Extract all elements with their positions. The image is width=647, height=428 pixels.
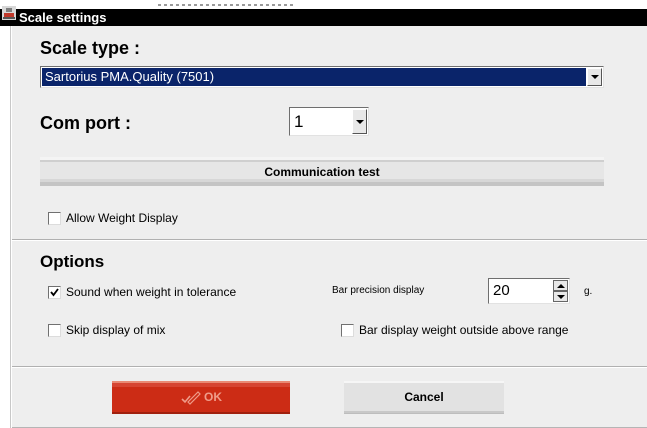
allow-weight-display-label: Allow Weight Display <box>66 211 178 225</box>
com-port-dropdown-button[interactable] <box>352 109 367 134</box>
scale-app-icon <box>2 6 16 20</box>
scale-type-select[interactable]: Sartorius PMA.Quality (7501) <box>40 66 604 88</box>
chevron-down-icon <box>590 75 599 79</box>
sound-tolerance-checkbox[interactable] <box>48 286 61 299</box>
options-heading: Options <box>40 252 105 271</box>
allow-weight-display-checkbox[interactable] <box>48 212 61 225</box>
ok-label: OK <box>204 389 222 404</box>
scale-type-label: Scale type : <box>40 38 141 58</box>
title-bar-texture <box>158 4 293 6</box>
pencil-check-icon <box>181 390 201 405</box>
chevron-up-icon <box>556 283 565 288</box>
com-port-label: Com port : <box>40 113 131 133</box>
window-title: Scale settings <box>19 10 107 25</box>
ok-button[interactable]: OK <box>112 381 290 414</box>
sound-tolerance-label: Sound when weight in tolerance <box>66 285 237 299</box>
spinner-up-button[interactable] <box>553 280 568 291</box>
window-left-frame <box>0 26 11 428</box>
chevron-down-icon <box>556 294 565 299</box>
chevron-down-icon <box>355 119 364 124</box>
communication-test-button[interactable]: Communication test <box>40 157 604 186</box>
spinner-down-button[interactable] <box>553 291 568 302</box>
bar-outside-range-checkbox[interactable] <box>341 324 354 337</box>
scale-type-dropdown-button[interactable] <box>587 68 602 86</box>
bar-precision-value: 20 <box>493 282 510 299</box>
communication-test-label: Communication test <box>264 164 380 179</box>
cancel-label: Cancel <box>404 390 444 404</box>
com-port-select[interactable]: 1 <box>289 107 369 136</box>
bar-precision-unit: g. <box>584 286 593 297</box>
skip-display-mix-checkbox[interactable] <box>48 324 61 337</box>
scale-type-value: Sartorius PMA.Quality (7501) <box>42 68 586 86</box>
bar-precision-label: Bar precision display <box>332 285 425 296</box>
bar-precision-spinner[interactable]: 20 <box>488 278 570 304</box>
skip-display-mix-label: Skip display of mix <box>66 323 166 337</box>
footer-divider-highlight <box>12 367 647 368</box>
section-divider-highlight <box>12 240 647 241</box>
cancel-button[interactable]: Cancel <box>344 381 504 414</box>
com-port-value: 1 <box>294 112 304 131</box>
checkmark-icon <box>50 288 59 297</box>
bar-outside-range-label: Bar display weight outside above range <box>359 323 569 337</box>
title-bar: Scale settings <box>0 0 647 26</box>
